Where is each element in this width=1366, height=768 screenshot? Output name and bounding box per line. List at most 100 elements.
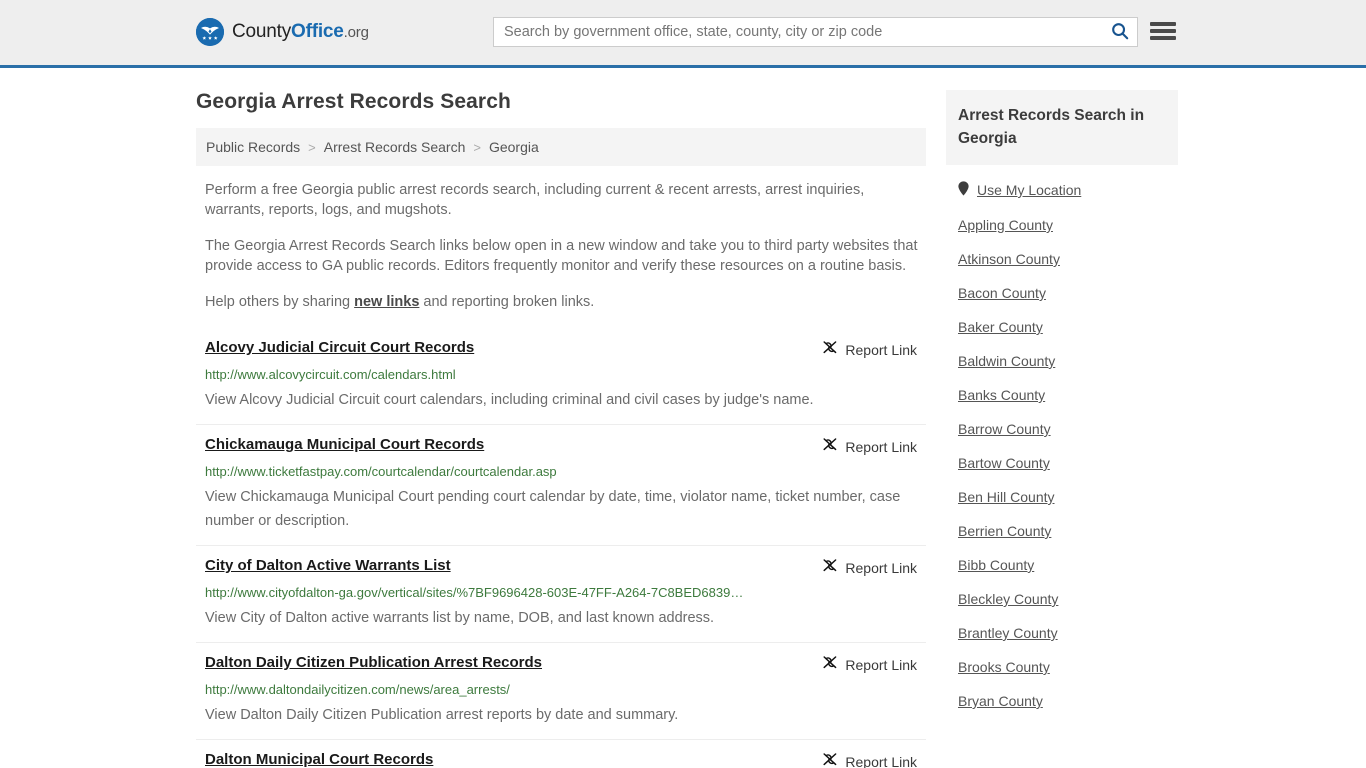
use-my-location-link[interactable]: Use My Location bbox=[977, 182, 1081, 198]
sidebar: Arrest Records Search in Georgia Use My … bbox=[946, 68, 1178, 718]
brand-office: Office bbox=[291, 21, 344, 42]
county-link[interactable]: Baker County bbox=[958, 319, 1043, 335]
sidebar-item-county[interactable]: Appling County bbox=[946, 208, 1178, 242]
result-item: Chickamauga Municipal Court Records Repo… bbox=[196, 425, 926, 546]
sidebar-item-county[interactable]: Bibb County bbox=[946, 548, 1178, 582]
sidebar-item-county[interactable]: Banks County bbox=[946, 378, 1178, 412]
result-url: http://www.cityofdalton-ga.gov/vertical/… bbox=[205, 585, 744, 600]
county-link[interactable]: Bartow County bbox=[958, 455, 1050, 471]
sidebar-item-county[interactable]: Baker County bbox=[946, 310, 1178, 344]
new-links-link[interactable]: new links bbox=[354, 294, 419, 310]
result-title-link[interactable]: City of Dalton Active Warrants List bbox=[205, 556, 451, 576]
map-pin-icon bbox=[958, 181, 969, 199]
report-link-button[interactable]: Report Link bbox=[822, 338, 917, 360]
result-url: http://www.daltondailycitizen.com/news/a… bbox=[205, 682, 510, 697]
report-link-label: Report Link bbox=[845, 438, 917, 455]
result-title-link[interactable]: Dalton Municipal Court Records bbox=[205, 750, 433, 768]
hamburger-bar bbox=[1150, 29, 1176, 33]
report-link-button[interactable]: Report Link bbox=[822, 435, 917, 457]
intro-paragraph-2: The Georgia Arrest Records Search links … bbox=[205, 238, 918, 274]
sidebar-item-county[interactable]: Bartow County bbox=[946, 446, 1178, 480]
report-link-button[interactable]: Report Link bbox=[822, 556, 917, 578]
result-title-link[interactable]: Dalton Daily Citizen Publication Arrest … bbox=[205, 653, 542, 673]
broken-link-icon bbox=[822, 339, 838, 360]
brand-org: .org bbox=[343, 24, 369, 41]
result-item: Dalton Municipal Court Records Report Li… bbox=[196, 740, 926, 768]
county-link[interactable]: Bibb County bbox=[958, 557, 1034, 573]
hamburger-bar bbox=[1150, 36, 1176, 40]
breadcrumb-separator: > bbox=[473, 139, 481, 155]
county-link[interactable]: Appling County bbox=[958, 217, 1053, 233]
breadcrumb-item-public-records[interactable]: Public Records bbox=[206, 139, 300, 155]
county-link[interactable]: Ben Hill County bbox=[958, 489, 1055, 505]
result-url: http://www.ticketfastpay.com/courtcalend… bbox=[205, 464, 557, 479]
sidebar-title: Arrest Records Search in Georgia bbox=[946, 90, 1178, 165]
hamburger-menu-icon[interactable] bbox=[1150, 20, 1176, 42]
sidebar-item-use-my-location[interactable]: Use My Location bbox=[946, 165, 1178, 208]
page-title: Georgia Arrest Records Search bbox=[196, 90, 511, 113]
result-url: http://www.alcovycircuit.com/calendars.h… bbox=[205, 367, 456, 382]
site-logo-text: CountyOffice.org bbox=[232, 21, 369, 43]
results-list: Alcovy Judicial Circuit Court Records Re… bbox=[196, 328, 926, 768]
breadcrumb-separator: > bbox=[308, 139, 316, 155]
eagle-shield-icon bbox=[196, 18, 224, 46]
result-description: View City of Dalton active warrants list… bbox=[205, 610, 715, 626]
report-link-label: Report Link bbox=[845, 656, 917, 673]
county-link[interactable]: Atkinson County bbox=[958, 251, 1060, 267]
hamburger-bar bbox=[1150, 22, 1176, 26]
sidebar-item-county[interactable]: Baldwin County bbox=[946, 344, 1178, 378]
breadcrumb-item-arrest-records-search[interactable]: Arrest Records Search bbox=[324, 139, 466, 155]
broken-link-icon bbox=[822, 654, 838, 675]
county-link[interactable]: Barrow County bbox=[958, 421, 1051, 437]
result-item: Alcovy Judicial Circuit Court Records Re… bbox=[196, 328, 926, 425]
result-title-link[interactable]: Alcovy Judicial Circuit Court Records bbox=[205, 338, 474, 358]
sidebar-county-list: Use My Location Appling County Atkinson … bbox=[946, 165, 1178, 718]
site-logo-link[interactable]: CountyOffice.org bbox=[196, 18, 369, 46]
intro-paragraph-1: Perform a free Georgia public arrest rec… bbox=[205, 182, 865, 218]
main-content: Georgia Arrest Records Search Public Rec… bbox=[196, 68, 926, 768]
broken-link-icon bbox=[822, 436, 838, 457]
share-text-before: Help others by sharing bbox=[205, 294, 355, 310]
result-description: View Chickamauga Municipal Court pending… bbox=[205, 489, 901, 529]
county-link[interactable]: Berrien County bbox=[958, 523, 1051, 539]
report-link-label: Report Link bbox=[845, 341, 917, 358]
broken-link-icon bbox=[822, 557, 838, 578]
sidebar-item-county[interactable]: Berrien County bbox=[946, 514, 1178, 548]
result-item: City of Dalton Active Warrants List Repo… bbox=[196, 546, 926, 643]
sidebar-item-county[interactable]: Bryan County bbox=[946, 684, 1178, 718]
site-header: CountyOffice.org bbox=[0, 0, 1366, 68]
county-link[interactable]: Bleckley County bbox=[958, 591, 1058, 607]
search-bar bbox=[493, 17, 1138, 47]
report-link-label: Report Link bbox=[845, 753, 917, 768]
sidebar-item-county[interactable]: Brantley County bbox=[946, 616, 1178, 650]
report-link-label: Report Link bbox=[845, 559, 917, 576]
broken-link-icon bbox=[822, 751, 838, 768]
county-link[interactable]: Brantley County bbox=[958, 625, 1058, 641]
page-body: Georgia Arrest Records Search Public Rec… bbox=[0, 68, 1366, 768]
report-link-button[interactable]: Report Link bbox=[822, 750, 917, 768]
county-link[interactable]: Brooks County bbox=[958, 659, 1050, 675]
share-text-after: and reporting broken links. bbox=[419, 294, 595, 310]
county-link[interactable]: Banks County bbox=[958, 387, 1045, 403]
result-title-link[interactable]: Chickamauga Municipal Court Records bbox=[205, 435, 484, 455]
sidebar-item-county[interactable]: Bacon County bbox=[946, 276, 1178, 310]
result-description: View Dalton Daily Citizen Publication ar… bbox=[205, 707, 679, 723]
sidebar-item-county[interactable]: Bleckley County bbox=[946, 582, 1178, 616]
county-link[interactable]: Bacon County bbox=[958, 285, 1046, 301]
county-link[interactable]: Bryan County bbox=[958, 693, 1043, 709]
county-link[interactable]: Baldwin County bbox=[958, 353, 1055, 369]
brand-county: County bbox=[232, 21, 292, 42]
breadcrumb: Public Records > Arrest Records Search >… bbox=[196, 128, 926, 166]
sidebar-item-county[interactable]: Atkinson County bbox=[946, 242, 1178, 276]
search-input[interactable] bbox=[494, 19, 1103, 45]
report-link-button[interactable]: Report Link bbox=[822, 653, 917, 675]
result-item: Dalton Daily Citizen Publication Arrest … bbox=[196, 643, 926, 740]
breadcrumb-item-georgia: Georgia bbox=[488, 139, 539, 155]
sidebar-item-county[interactable]: Barrow County bbox=[946, 412, 1178, 446]
search-icon bbox=[1111, 22, 1129, 43]
search-button[interactable] bbox=[1103, 18, 1137, 46]
intro-paragraph-3: Help others by sharing new links and rep… bbox=[196, 292, 926, 312]
result-description: View Alcovy Judicial Circuit court calen… bbox=[205, 392, 814, 408]
sidebar-item-county[interactable]: Brooks County bbox=[946, 650, 1178, 684]
sidebar-item-county[interactable]: Ben Hill County bbox=[946, 480, 1178, 514]
